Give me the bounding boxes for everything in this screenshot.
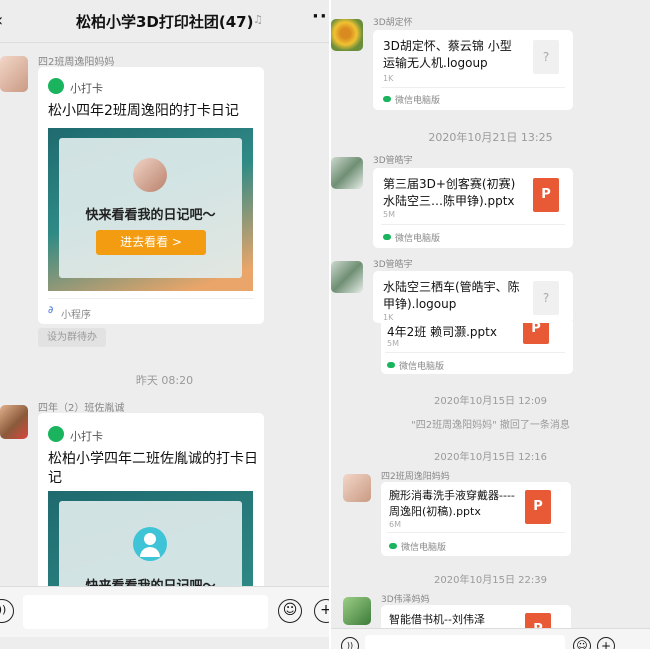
file-size: 6M [389, 520, 401, 529]
mini-program-card[interactable]: 小打卡 松柏小学四年二班佐胤诚的打卡日记 快来看看我的日记吧～ [38, 413, 264, 598]
card-footer: 小程序 [61, 310, 91, 321]
file-size: 5M [387, 339, 399, 348]
avatar[interactable] [331, 19, 363, 51]
wechat-pc-icon [389, 543, 397, 549]
emoji-icon[interactable]: ☺ [573, 637, 591, 649]
ellipsis-icon[interactable]: ·· [312, 6, 328, 27]
card-banner: 快来看看我的日记吧～ [48, 491, 253, 598]
message-input[interactable] [23, 595, 268, 629]
pptx-file-icon: P [533, 178, 559, 212]
mini-program-name: 小打卡 [70, 430, 103, 443]
input-bar: )) ☺ + [0, 586, 329, 637]
card-divider [48, 298, 254, 299]
mini-program-card[interactable]: 小打卡 松小四年2班周逸阳的打卡日记 快来看看我的日记吧～ 进去看看 > ∂ 小… [38, 67, 264, 324]
avatar[interactable] [343, 474, 371, 502]
card-banner: 快来看看我的日记吧～ 进去看看 > [48, 128, 253, 291]
mini-program-icon: ∂ [48, 305, 54, 316]
sender-name: 四2班周逸阳妈妈 [381, 472, 450, 482]
file-message[interactable]: 4年2班 赖司灏.pptx P 5M 微信电脑版 [381, 314, 573, 374]
sender-name: 四年（2）班佐胤诚 [38, 403, 125, 414]
wechat-pc-icon [383, 234, 391, 240]
chat-header: ‹ 松柏小学3D打印社团(47) ♫ ·· [0, 0, 329, 43]
file-message[interactable]: 水陆空三栖车(管皓宇、陈甲铮).logoup ? 1K [373, 271, 573, 323]
avatar[interactable] [0, 56, 28, 92]
unknown-file-icon: ? [533, 40, 559, 74]
file-name: 腕形消毒洗手液穿戴器----周逸阳(初稿).pptx [389, 489, 515, 518]
file-name: 第三届3D+创客赛(初赛)水陆空三…陈甲铮).pptx [383, 177, 516, 208]
timestamp: 2020年10月15日 12:16 [434, 452, 547, 463]
pptx-file-icon: P [525, 490, 551, 524]
wechat-pc-icon [387, 362, 395, 368]
voice-icon[interactable]: )) [0, 599, 14, 623]
left-chat-panel: ‹ 松柏小学3D打印社团(47) ♫ ·· 四2班周逸阳妈妈 小打卡 松小四年2… [0, 0, 329, 649]
file-name: 3D胡定怀、蔡云锦 小型运输无人机.logoup [383, 39, 512, 70]
user-avatar-icon [133, 158, 167, 192]
file-size: 5M [383, 210, 395, 219]
sender-name: 3D管皓宇 [373, 260, 413, 270]
sender-name: 3D胡定怀 [373, 18, 413, 28]
file-message[interactable]: 第三届3D+创客赛(初赛)水陆空三…陈甲铮).pptx P 5M 微信电脑版 [373, 168, 573, 248]
right-chat-panel: 3D胡定怀 3D胡定怀、蔡云锦 小型运输无人机.logoup ? 1K 微信电脑… [331, 0, 650, 649]
input-bar: )) ☺ + [331, 628, 650, 649]
mini-program-name: 小打卡 [70, 82, 103, 95]
file-message[interactable]: 3D胡定怀、蔡云锦 小型运输无人机.logoup ? 1K 微信电脑版 [373, 30, 573, 110]
file-message[interactable]: 腕形消毒洗手液穿戴器----周逸阳(初稿).pptx P 6M 微信电脑版 [381, 482, 571, 556]
sender-name: 3D伟泽妈妈 [381, 595, 430, 605]
banner-overlay: 快来看看我的日记吧～ 进去看看 > [59, 138, 242, 278]
file-name: 智能借书机--刘伟泽 [389, 613, 485, 626]
banner-overlay: 快来看看我的日记吧～ [59, 501, 242, 598]
xiaodaka-icon [48, 426, 64, 442]
file-size: 1K [383, 313, 394, 322]
timestamp: 2020年10月15日 12:09 [434, 396, 547, 407]
enter-button[interactable]: 进去看看 > [96, 230, 206, 255]
file-name: 水陆空三栖车(管皓宇、陈甲铮).logoup [383, 280, 520, 311]
ear-icon: ♫ [253, 13, 263, 26]
unknown-file-icon: ? [533, 281, 559, 315]
file-source: 微信电脑版 [395, 96, 441, 106]
avatar[interactable] [0, 405, 28, 439]
file-source: 微信电脑版 [399, 362, 445, 372]
timestamp: 2020年10月21日 13:25 [428, 131, 553, 144]
message-input[interactable] [365, 635, 565, 649]
voice-icon[interactable]: )) [341, 637, 359, 649]
emoji-icon[interactable]: ☺ [278, 599, 302, 623]
chat-title: 松柏小学3D打印社团(47) [76, 13, 254, 31]
wechat-pc-icon [383, 96, 391, 102]
card-title: 松柏小学四年二班佐胤诚的打卡日记 [48, 451, 258, 486]
xiaodaka-icon [48, 78, 64, 94]
plus-icon[interactable]: + [597, 637, 615, 649]
chevron-left-icon[interactable]: ‹ [0, 10, 3, 31]
plus-icon[interactable]: + [314, 599, 329, 623]
file-size: 1K [383, 74, 394, 83]
recall-notice: "四2班周逸阳妈妈" 撤回了一条消息 [411, 420, 570, 431]
avatar[interactable] [331, 157, 363, 189]
file-name: 4年2班 赖司灏.pptx [387, 325, 497, 339]
sender-name: 四2班周逸阳妈妈 [38, 57, 115, 68]
avatar[interactable] [331, 261, 363, 293]
file-source: 微信电脑版 [401, 543, 447, 553]
sender-name: 3D管皓宇 [373, 156, 413, 166]
file-source: 微信电脑版 [395, 234, 441, 244]
set-todo-button[interactable]: 设为群待办 [38, 328, 106, 347]
timestamp: 昨天 08:20 [135, 374, 194, 387]
default-avatar-icon [133, 527, 167, 561]
timestamp: 2020年10月15日 22:39 [434, 575, 547, 586]
card-title: 松小四年2班周逸阳的打卡日记 [48, 103, 239, 119]
avatar[interactable] [343, 597, 371, 625]
banner-text: 快来看看我的日记吧～ [85, 208, 216, 223]
